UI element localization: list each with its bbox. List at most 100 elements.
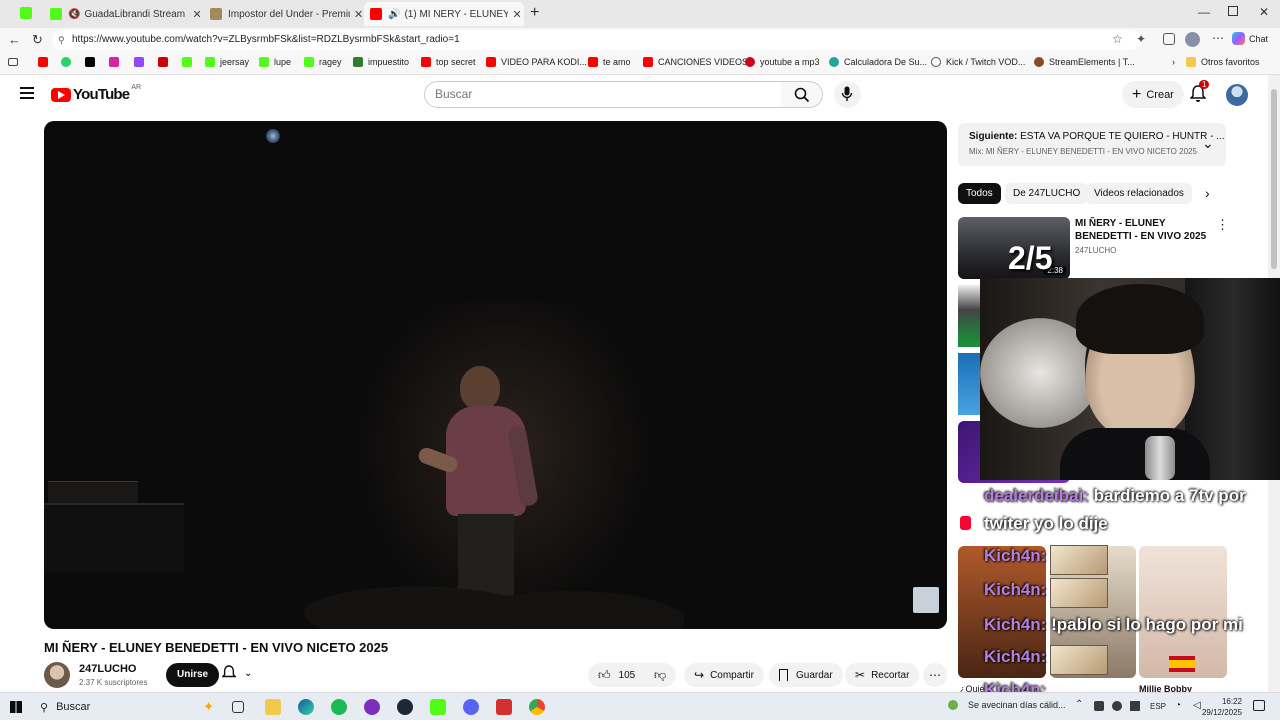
- like-button[interactable]: 👍︎ 105: [588, 663, 646, 687]
- language-indicator[interactable]: ESP: [1150, 702, 1166, 711]
- chip-from-channel[interactable]: De 247LUCHO: [1005, 183, 1089, 204]
- bookmark-calculadora[interactable]: Calculadora De Su...: [829, 57, 927, 67]
- bookmark-streamelements[interactable]: StreamElements | T...: [1034, 57, 1135, 67]
- minimize-button[interactable]: —: [1198, 5, 1210, 19]
- clock[interactable]: 16:22 29/12/2025: [1198, 696, 1242, 718]
- chip-all[interactable]: Todos: [958, 183, 1001, 204]
- create-button[interactable]: + Crear: [1122, 81, 1184, 108]
- bookmark-jeersay[interactable]: jeersay: [205, 57, 249, 67]
- bookmark-canciones[interactable]: CANCIONES VIDEOS: [643, 57, 748, 67]
- chevron-down-icon[interactable]: ⌄: [1202, 135, 1214, 152]
- related-title[interactable]: MI ÑERY - ELUNEY BENEDETTI - EN VIVO 202…: [1075, 217, 1215, 243]
- tab-impostor[interactable]: Impostor del Under - Premium Be ✕: [204, 2, 364, 26]
- bookmark-item[interactable]: [85, 57, 100, 67]
- discord-icon[interactable]: [463, 699, 479, 715]
- chip-related[interactable]: Videos relacionados: [1086, 183, 1192, 204]
- bookmark-kick-twitch-vod[interactable]: Kick / Twitch VOD...: [931, 57, 1025, 67]
- file-explorer-icon[interactable]: [265, 699, 281, 715]
- more-menu-icon[interactable]: ⋯: [1212, 31, 1224, 45]
- chrome-icon[interactable]: [529, 699, 545, 715]
- collections-icon[interactable]: [8, 58, 18, 66]
- notification-center-icon[interactable]: [1253, 700, 1265, 711]
- profile-avatar[interactable]: [1185, 32, 1200, 47]
- video-player[interactable]: [44, 121, 947, 629]
- search-input[interactable]: Buscar: [424, 81, 782, 108]
- up-next-panel[interactable]: Siguiente: ESTA VA PORQUE TE QUIERO - HU…: [958, 123, 1226, 166]
- bookmark-item[interactable]: [61, 57, 76, 67]
- account-avatar[interactable]: [1226, 84, 1248, 106]
- close-icon[interactable]: ✕: [512, 8, 521, 21]
- channel-watermark[interactable]: [913, 587, 939, 613]
- notification-bell-button[interactable]: ⌄: [222, 665, 252, 681]
- back-icon[interactable]: ←: [8, 32, 21, 47]
- windows-start-icon[interactable]: [10, 701, 22, 713]
- audience-silhouettes: [304, 551, 684, 629]
- voice-search-button[interactable]: [834, 81, 861, 108]
- tab-guadalibrandi[interactable]: 🔇 GuadaLibrandi Stream - Watc ✕: [44, 2, 204, 26]
- search-button[interactable]: [781, 81, 823, 108]
- bookmark-ragey[interactable]: ragey: [304, 57, 342, 67]
- save-button[interactable]: Guardar: [769, 663, 843, 687]
- chevron-right-icon[interactable]: ›: [1205, 185, 1210, 201]
- steam-icon[interactable]: [397, 699, 413, 715]
- related-thumbnail[interactable]: [958, 285, 982, 347]
- bookmark-lupe[interactable]: lupe: [259, 57, 291, 67]
- scrollbar-thumb[interactable]: [1271, 89, 1277, 269]
- url-bar[interactable]: ⚲ https://www.youtube.com/watch?v=ZLBysr…: [52, 30, 1142, 50]
- window-close-button[interactable]: ✕: [1259, 5, 1269, 19]
- up-next-title: ESTA VA PORQUE TE QUIERO - HUNTR - ...: [1020, 131, 1225, 142]
- dislike-button[interactable]: 👎︎: [646, 663, 676, 687]
- bookmark-video-kodi[interactable]: VIDEO PARA KODI...: [486, 57, 587, 67]
- up-next-line: Siguiente: ESTA VA PORQUE TE QUIERO - HU…: [969, 131, 1225, 142]
- clip-button[interactable]: ✂ Recortar: [845, 663, 920, 687]
- bookmark-item[interactable]: [158, 57, 173, 67]
- spotify-icon[interactable]: [331, 699, 347, 715]
- favorites-star-icon[interactable]: ☆: [1112, 32, 1123, 46]
- bookmark-impuestito[interactable]: impuestito: [353, 57, 409, 67]
- bookmark-item[interactable]: [38, 57, 53, 67]
- short-thumbnail[interactable]: [1139, 546, 1227, 678]
- tray-app-icon[interactable]: [1130, 701, 1140, 711]
- app-icon[interactable]: [364, 699, 380, 715]
- chevron-right-icon[interactable]: ›: [1172, 57, 1175, 67]
- tab-youtube-active[interactable]: 🔊 (1) MI ÑERY - ELUNEY BENED ✕: [364, 2, 524, 26]
- channel-name[interactable]: 247LUCHO: [79, 663, 136, 675]
- kick-app-icon[interactable]: [20, 7, 32, 19]
- taskbar-search[interactable]: ⚲ Buscar ✦: [34, 696, 214, 718]
- bookmark-item[interactable]: [182, 57, 197, 67]
- bookmark-item[interactable]: [134, 57, 149, 67]
- obs-icon[interactable]: [496, 699, 512, 715]
- bookmark-top-secret[interactable]: top secret: [421, 57, 476, 67]
- tray-app-icon[interactable]: [1094, 701, 1104, 711]
- hamburger-menu-icon[interactable]: [20, 87, 34, 99]
- kick-icon[interactable]: [430, 699, 446, 715]
- extensions-icon[interactable]: ✦: [1136, 32, 1146, 46]
- more-actions-button[interactable]: ⋯: [923, 663, 947, 687]
- join-button[interactable]: Unirse: [166, 663, 220, 687]
- related-thumbnail[interactable]: [958, 353, 982, 415]
- bookmark-item[interactable]: [109, 57, 124, 67]
- more-vert-icon[interactable]: ⋮: [1216, 217, 1229, 233]
- tray-app-icon[interactable]: [1112, 701, 1122, 711]
- share-button[interactable]: ↪ Compartir: [684, 663, 764, 687]
- bookmark-youtube-mp3[interactable]: youtube a mp3: [745, 57, 820, 67]
- youtube-logo[interactable]: YouTube AR: [51, 84, 141, 103]
- network-icon[interactable]: ◔: [1175, 700, 1181, 711]
- tray-chevron-icon[interactable]: ⌃: [1075, 699, 1083, 710]
- close-icon[interactable]: ✕: [354, 8, 363, 21]
- channel-avatar[interactable]: [44, 662, 70, 688]
- task-view-icon[interactable]: [232, 701, 244, 713]
- new-tab-button[interactable]: +: [530, 4, 539, 22]
- notifications-button[interactable]: 1: [1189, 80, 1210, 108]
- site-info-icon[interactable]: ⚲: [58, 30, 65, 50]
- reload-icon[interactable]: ↻: [32, 32, 43, 48]
- edge-icon[interactable]: [298, 699, 314, 715]
- maximize-button[interactable]: [1228, 6, 1238, 16]
- weather-widget[interactable]: Se avecinan días cálid...: [948, 700, 1066, 710]
- kick-icon: [182, 57, 192, 67]
- copilot-chat-button[interactable]: Chat: [1232, 32, 1268, 45]
- close-icon[interactable]: ✕: [192, 8, 201, 21]
- wallet-icon[interactable]: [1163, 33, 1175, 45]
- bookmark-te-amo[interactable]: te amo: [588, 57, 631, 67]
- other-favorites[interactable]: Otros favoritos: [1186, 57, 1260, 67]
